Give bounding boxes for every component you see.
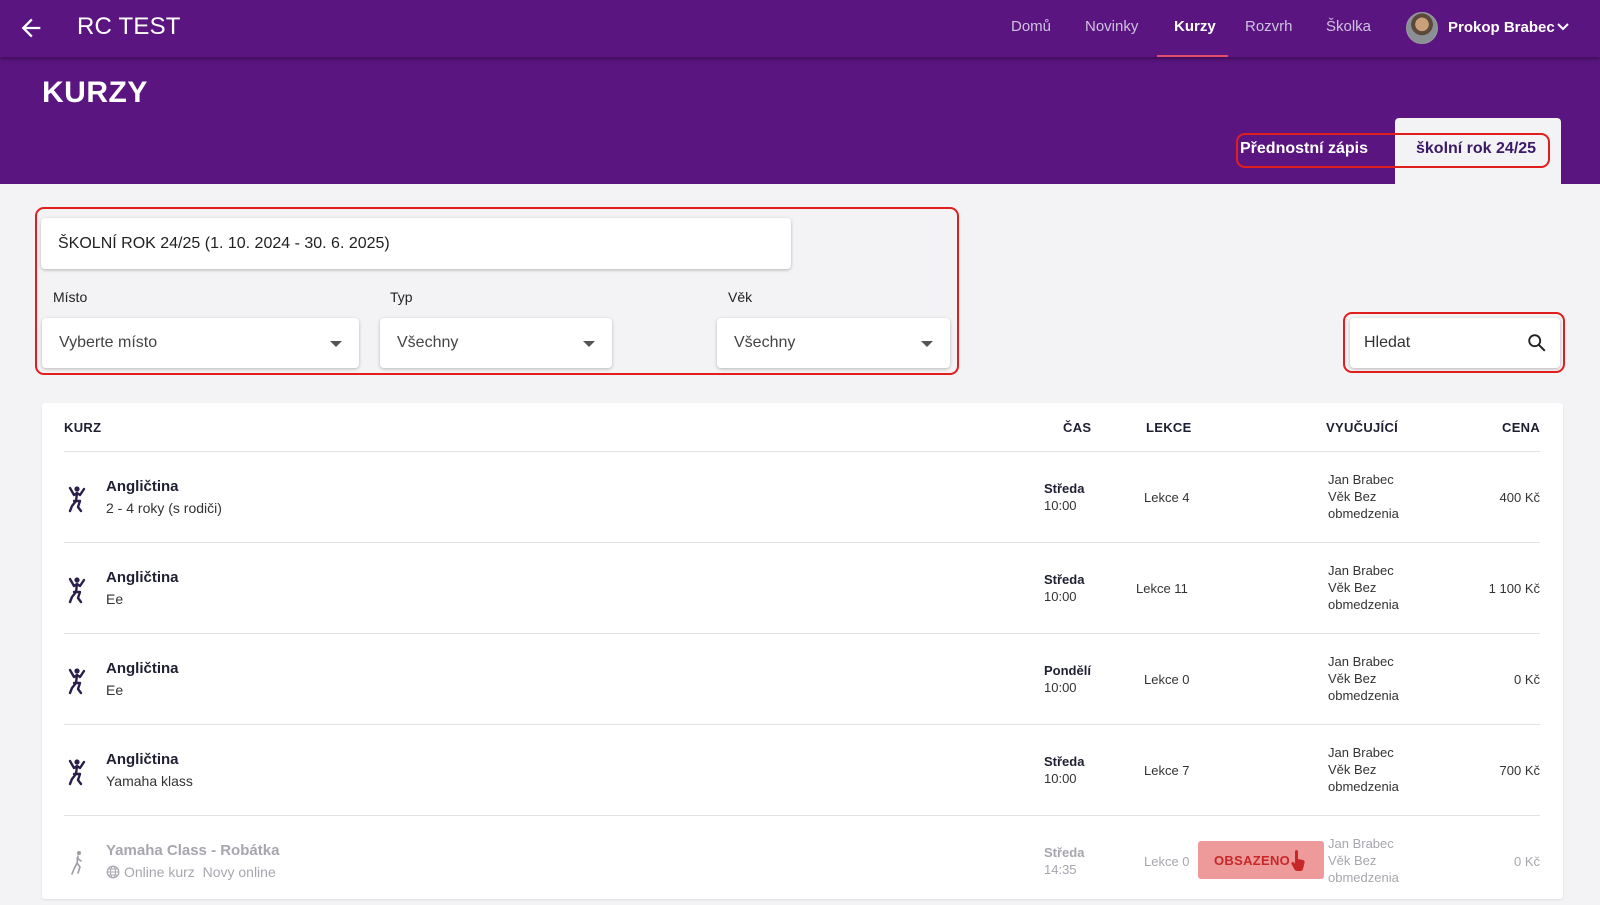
course-subtitle: 2 - 4 roky (s rodiči) [106,500,222,516]
avatar [1406,12,1438,44]
teacher-age: Věk Bez [1328,762,1377,777]
col-header-lessons: LEKCE [1146,420,1192,435]
teacher-age-note: obmedzenia [1328,870,1399,885]
nav-item-skolka[interactable]: Školka [1326,18,1371,35]
top-app-bar: RC TEST Domů Novinky Kurzy Rozvrh Školka… [0,0,1600,57]
course-subtitle-text: Online kurz Novy online [124,864,276,880]
chevron-down-icon [1557,23,1569,31]
course-day: Pondělí [1044,663,1091,678]
back-arrow-icon[interactable] [17,14,45,42]
teacher-age-note: obmedzenia [1328,597,1399,612]
course-lesson: Lekce 11 [1136,581,1188,596]
tabs-highlight [1236,133,1550,168]
col-header-teacher: VYUČUJÍCÍ [1326,420,1399,435]
course-price: 0 Kč [1513,854,1540,869]
teacher-name: Jan Brabec [1328,836,1394,851]
course-subtitle: Yamaha klass [106,773,193,789]
teacher-age-note: obmedzenia [1328,688,1399,703]
teacher-age: Věk Bez [1328,580,1377,595]
course-day: Středa [1044,754,1085,769]
course-lesson: Lekce 0 [1144,854,1190,869]
occupied-label: OBSAZENO [1214,853,1291,868]
course-lesson: Lekce 7 [1144,763,1190,778]
teacher-name: Jan Brabec [1328,654,1394,669]
dancer-icon [68,668,86,695]
course-name: Yamaha Class - Robátka [106,842,280,859]
course-day: Středa [1044,481,1085,496]
course-name: Angličtina [106,751,179,768]
course-subtitle: Ee [106,591,124,607]
pointer-hand-icon [1291,850,1305,871]
course-name: Angličtina [106,660,179,677]
nav-item-kurzy[interactable]: Kurzy [1174,18,1216,35]
teacher-age: Věk Bez [1328,853,1377,868]
course-name: Angličtina [106,478,179,495]
teacher-age-note: obmedzenia [1328,506,1399,521]
course-time: 10:00 [1044,680,1077,695]
nav-item-domu[interactable]: Domů [1011,18,1051,35]
table-row[interactable]: Angličtina 2 - 4 roky (s rodiči) Středa … [64,451,1540,542]
course-price: 700 Kč [1499,763,1540,778]
course-price: 1 100 Kč [1488,581,1540,596]
nav-active-indicator [1157,55,1228,57]
course-time: 10:00 [1044,771,1077,786]
teacher-name: Jan Brabec [1328,472,1394,487]
course-time: 10:00 [1044,589,1077,604]
dancer-icon [68,577,86,604]
filters-highlight [35,207,959,375]
course-subtitle: Ee [106,682,124,698]
course-lesson: Lekce 0 [1144,672,1190,687]
globe-icon [106,865,120,879]
col-header-course: KURZ [64,420,102,435]
table-row[interactable]: Angličtina Yamaha klass Středa 10:00 Lek… [64,724,1540,815]
dancer-icon [68,759,86,786]
user-name: Prokop Brabec [1448,19,1555,36]
occupied-button[interactable]: OBSAZENO [1198,841,1324,879]
table-row[interactable]: Yamaha Class - Robátka Online kurz Novy … [64,815,1540,905]
course-subtitle: Online kurz Novy online [106,864,276,880]
page-title: KURZY [42,76,148,109]
teacher-age-note: obmedzenia [1328,779,1399,794]
course-price: 400 Kč [1499,490,1540,505]
nav-item-rozvrh[interactable]: Rozvrh [1245,18,1293,35]
teacher-age: Věk Bez [1328,671,1377,686]
course-price: 0 Kč [1513,672,1540,687]
course-time: 10:00 [1044,498,1077,513]
dancer-icon [71,851,82,875]
teacher-name: Jan Brabec [1328,745,1394,760]
course-day: Středa [1044,845,1085,860]
col-header-price: CENA [1502,420,1541,435]
search-highlight [1343,312,1565,373]
course-time: 14:35 [1044,862,1077,877]
course-day: Středa [1044,572,1085,587]
app-title: RC TEST [77,13,181,40]
dancer-icon [68,486,86,513]
teacher-age: Věk Bez [1328,489,1377,504]
course-lesson: Lekce 4 [1144,490,1190,505]
course-name: Angličtina [106,569,179,586]
table-row[interactable]: Angličtina Ee Středa 10:00 Lekce 11 Jan … [64,542,1540,633]
courses-table: KURZ ČAS LEKCE VYUČUJÍCÍ CENA Angličtina… [42,403,1563,899]
nav-item-novinky[interactable]: Novinky [1085,18,1138,35]
col-header-time: ČAS [1063,420,1092,435]
teacher-name: Jan Brabec [1328,563,1394,578]
table-row[interactable]: Angličtina Ee Pondělí 10:00 Lekce 0 Jan … [64,633,1540,724]
